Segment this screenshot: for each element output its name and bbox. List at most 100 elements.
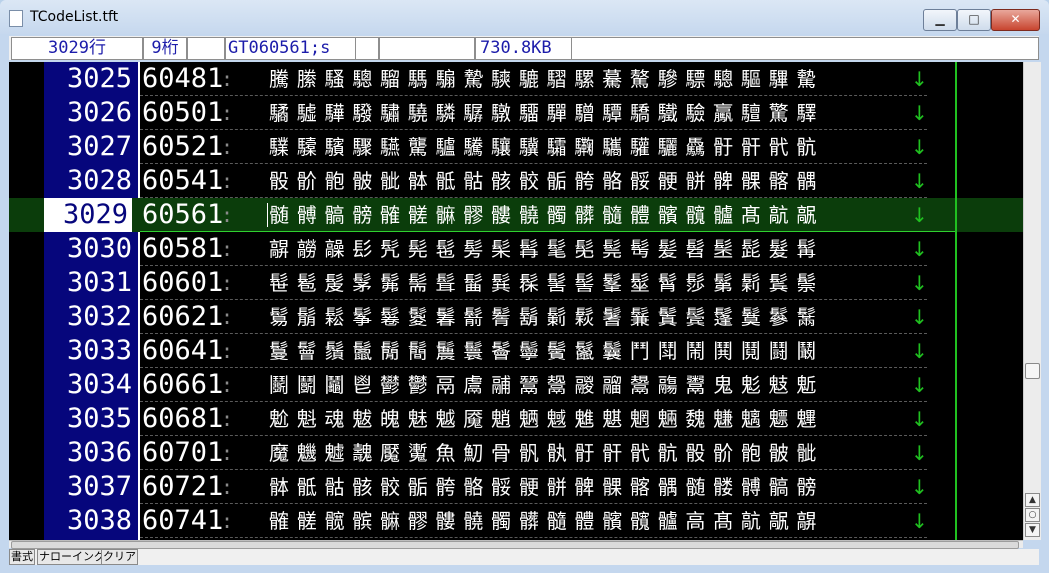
control-chars: : bbox=[221, 407, 235, 431]
scroll-center-button[interactable]: ○ bbox=[1025, 508, 1040, 522]
kanji-text: 髰 髱 髲 髳 髴 髵 髶 髷 髸 髹 髺 髻 髼 髽 髾 髿 鬀 鬁 鬂 鬃 bbox=[269, 271, 818, 295]
text-line[interactable]: 3031 60601: 髰 髱 髲 髳 髴 髵 髶 髷 髸 髹 髺 髻 髼 髽 髾 … bbox=[9, 266, 1023, 300]
current-line[interactable]: 3029 60561: 髄 髆 髇 髈 髉 髊 髍 髎 髏 髐 髑 髒 髓 體 髕 … bbox=[9, 198, 1023, 232]
format-button[interactable]: 書式 bbox=[9, 549, 35, 565]
line-count: 3029行 bbox=[11, 37, 143, 60]
char-code: 60581 bbox=[142, 233, 224, 264]
kanji-text: 驜 驝 驞 驟 驠 驡 驢 驣 驤 驥 驦 驧 驨 驩 驪 驫 骬 骭 骮 骯 bbox=[269, 135, 818, 159]
line-end-arrow-icon: ↓ bbox=[911, 169, 928, 193]
status-empty-3 bbox=[379, 37, 475, 60]
kanji-text: 魀 魁 魂 魃 魄 魅 魆 魇 魈 魉 魊 魋 魌 魍 魎 魏 魐 魑 魒 魓 bbox=[269, 407, 818, 431]
text-line[interactable]: 3036 60701: 魔 魕 魖 魗 魘 魙 魚 魛 骨 骪 骫 骬 骭 骮 骯 … bbox=[9, 436, 1023, 470]
control-chars: : bbox=[221, 135, 235, 159]
char-code: 60701 bbox=[142, 437, 224, 468]
line-number: 3025 bbox=[66, 63, 132, 94]
horizontal-scrollbar[interactable] bbox=[9, 540, 1023, 549]
text-line[interactable]: 3033 60641: 鬘 鬙 鬚 鬛 鬜 鬝 鬞 鬟 鬠 鬡 鬢 鬣 鬤 鬥 鬦 … bbox=[9, 334, 1023, 368]
line-number: 3036 bbox=[66, 437, 132, 468]
document-icon bbox=[9, 10, 23, 27]
line-number: 3030 bbox=[66, 233, 132, 264]
line-end-arrow-icon: ↓ bbox=[911, 101, 928, 125]
text-line[interactable]: 3034 60661: 鬬 鬭 鬮 鬯 鬰 鬱 鬲 鬳 鬴 鬵 鬶 鬷 鬸 鬹 鬺 … bbox=[9, 368, 1023, 402]
text-line[interactable]: 3027 60521: 驜 驝 驞 驟 驠 驡 驢 驣 驤 驥 驦 驧 驨 驩 驪 … bbox=[9, 130, 1023, 164]
text-editor[interactable]: 3025 60481: 騰 縢 騷 驄 騮 騳 騸 騺 騻 騼 騽 騾 驀 驁 驂 … bbox=[9, 62, 1023, 540]
text-line[interactable]: 3025 60481: 騰 縢 騷 驄 騮 騳 騸 騺 騻 騼 騽 騾 驀 驁 驂 … bbox=[9, 62, 1023, 96]
text-line[interactable]: 3030 60581: 髜 髝 髞 髟 髠 髡 髢 髣 髤 髥 髦 髧 髨 髩 髪 … bbox=[9, 232, 1023, 266]
narrowing-button[interactable]: ナローイング bbox=[37, 549, 107, 565]
line-end-arrow-icon: ↓ bbox=[911, 135, 928, 159]
line-end-arrow-icon: ↓ bbox=[911, 67, 928, 91]
control-chars: : bbox=[221, 475, 235, 499]
wrap-margin-line bbox=[955, 62, 957, 540]
vertical-scrollbar[interactable]: ▲ ○ ▼ bbox=[1023, 62, 1041, 540]
kanji-text: 髉 髊 髋 髌 髍 髎 髏 髐 髑 髒 髓 體 髕 髖 髗 高 髙 髚 髛 髜 bbox=[269, 509, 818, 533]
char-code: 60721 bbox=[142, 471, 224, 502]
line-number: 3031 bbox=[66, 267, 132, 298]
file-size: 730.8KB bbox=[475, 37, 575, 60]
line-number: 3027 bbox=[66, 131, 132, 162]
kanji-text: 鬬 鬭 鬮 鬯 鬰 鬱 鬲 鬳 鬴 鬵 鬶 鬷 鬸 鬹 鬺 鬻 鬼 鬽 鬾 鬿 bbox=[269, 373, 818, 397]
text-line[interactable]: 3026 60501: 驈 驉 驊 驋 驌 驍 驎 驏 驐 驑 驒 驓 驔 驕 驖 … bbox=[9, 96, 1023, 130]
scroll-down-button[interactable]: ▼ bbox=[1025, 523, 1040, 537]
maximize-button[interactable]: □ bbox=[957, 9, 991, 31]
char-code: 60661 bbox=[142, 369, 224, 400]
text-line[interactable]: 3038 60741: 髉 髊 髋 髌 髍 髎 髏 髐 髑 髒 髓 體 髕 髖 髗 … bbox=[9, 504, 1023, 538]
horizontal-scroll-thumb[interactable] bbox=[11, 541, 1019, 549]
text-line[interactable]: 3037 60721: 骵 骶 骷 骸 骹 骺 骻 骼 骽 骾 骿 髀 髁 髂 髃 … bbox=[9, 470, 1023, 504]
control-chars: : bbox=[221, 339, 235, 363]
control-chars: : bbox=[221, 441, 235, 465]
control-chars: : bbox=[221, 203, 235, 227]
line-end-arrow-icon: ↓ bbox=[911, 271, 928, 295]
code-field: GT060561;s bbox=[225, 37, 357, 60]
line-number: 3038 bbox=[66, 505, 132, 536]
line-end-arrow-icon: ↓ bbox=[911, 237, 928, 261]
text-cursor bbox=[267, 203, 268, 227]
bottom-toolbar: 書式 ナローイング クリア bbox=[9, 549, 1039, 565]
status-empty-2 bbox=[355, 37, 379, 60]
kanji-text: 髄 髆 髇 髈 髉 髊 髍 髎 髏 髐 髑 髒 髓 體 髕 髖 髗 髙 髚 髛 bbox=[269, 203, 818, 227]
kanji-text: 髜 髝 髞 髟 髠 髡 髢 髣 髤 髥 髦 髧 髨 髩 髪 髫 髬 髭 髮 髯 bbox=[269, 237, 818, 261]
kanji-text: 鬄 鬅 鬆 鬇 鬈 鬉 鬊 鬋 鬌 鬍 鬎 鬏 鬐 鬑 鬒 鬓 鬔 鬕 鬖 鬗 bbox=[269, 305, 818, 329]
close-button[interactable]: ✕ bbox=[991, 9, 1040, 31]
control-chars: : bbox=[221, 169, 235, 193]
control-chars: : bbox=[221, 67, 235, 91]
char-code: 60481 bbox=[142, 63, 224, 94]
kanji-text: 驈 驉 驊 驋 驌 驍 驎 驏 驐 驑 驒 驓 驔 驕 驖 驗 驘 驙 驚 驛 bbox=[269, 101, 818, 125]
title-bar: TCodeList.tft ▁ □ ✕ bbox=[0, 0, 1049, 34]
line-number: 3033 bbox=[66, 335, 132, 366]
minimize-button[interactable]: ▁ bbox=[923, 9, 957, 31]
control-chars: : bbox=[221, 373, 235, 397]
row-divider bbox=[140, 537, 927, 538]
line-number: 3026 bbox=[66, 97, 132, 128]
scroll-up-button[interactable]: ▲ bbox=[1025, 493, 1040, 507]
line-end-arrow-icon: ↓ bbox=[911, 441, 928, 465]
control-chars: : bbox=[221, 237, 235, 261]
control-chars: : bbox=[221, 271, 235, 295]
line-number: 3032 bbox=[66, 301, 132, 332]
line-number: 3037 bbox=[66, 471, 132, 502]
text-line[interactable]: 3035 60681: 魀 魁 魂 魃 魄 魅 魆 魇 魈 魉 魊 魋 魌 魍 魎 … bbox=[9, 402, 1023, 436]
scroll-thumb[interactable] bbox=[1025, 363, 1040, 379]
kanji-text: 骰 骱 骲 骳 骴 骵 骶 骷 骸 骹 骺 骻 骼 骽 骾 骿 髀 髁 髂 髃 bbox=[269, 169, 818, 193]
line-number: 3035 bbox=[66, 403, 132, 434]
control-chars: : bbox=[221, 101, 235, 125]
char-code: 60521 bbox=[142, 131, 224, 162]
kanji-text: 骵 骶 骷 骸 骹 骺 骻 骼 骽 骾 骿 髀 髁 髂 髃 髄 髅 髆 髇 髈 bbox=[269, 475, 818, 499]
text-line[interactable]: 3028 60541: 骰 骱 骲 骳 骴 骵 骶 骷 骸 骹 骺 骻 骼 骽 骾 … bbox=[9, 164, 1023, 198]
status-empty-4 bbox=[571, 37, 1039, 60]
line-end-arrow-icon: ↓ bbox=[911, 203, 928, 227]
app-window: TCodeList.tft ▁ □ ✕ 3029行 9桁 GT060561;s … bbox=[0, 0, 1049, 573]
status-empty-1 bbox=[187, 37, 225, 60]
char-code: 60641 bbox=[142, 335, 224, 366]
line-end-arrow-icon: ↓ bbox=[911, 373, 928, 397]
control-chars: : bbox=[221, 305, 235, 329]
column-count: 9桁 bbox=[143, 37, 187, 60]
window-title: TCodeList.tft bbox=[30, 9, 119, 25]
char-code: 60741 bbox=[142, 505, 224, 536]
line-end-arrow-icon: ↓ bbox=[911, 305, 928, 329]
line-end-arrow-icon: ↓ bbox=[911, 407, 928, 431]
char-code: 60541 bbox=[142, 165, 224, 196]
char-code: 60681 bbox=[142, 403, 224, 434]
text-line[interactable]: 3032 60621: 鬄 鬅 鬆 鬇 鬈 鬉 鬊 鬋 鬌 鬍 鬎 鬏 鬐 鬑 鬒 … bbox=[9, 300, 1023, 334]
clear-button[interactable]: クリア bbox=[101, 549, 138, 565]
